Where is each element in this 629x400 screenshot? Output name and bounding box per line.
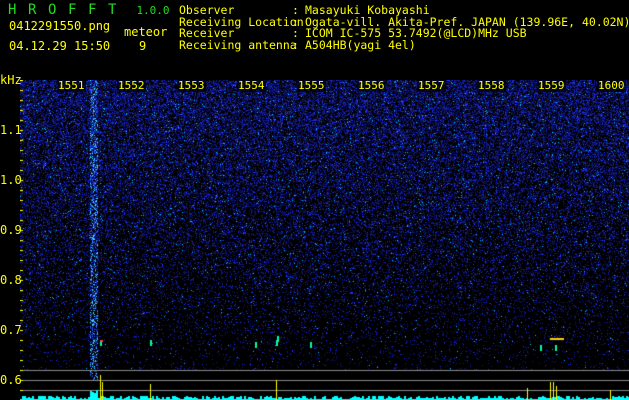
x-tick-label: 1556 — [357, 79, 386, 92]
x-tick-label: 1551 — [57, 79, 86, 92]
app-version: 1.0.0 — [136, 4, 170, 17]
x-tick-label: 1600 — [597, 79, 626, 92]
x-tick-label: 1553 — [177, 79, 206, 92]
x-tick-label: 1559 — [537, 79, 566, 92]
logo-letter: O — [48, 2, 57, 18]
logo-letter: T — [108, 2, 117, 18]
x-tick-label: 1552 — [117, 79, 146, 92]
y-unit: kHz — [0, 73, 22, 87]
logo-letter: F — [68, 2, 77, 18]
y-tick-label: 1.0 — [0, 173, 22, 187]
x-tick-label: 1554 — [237, 79, 266, 92]
logo-letter: H — [8, 2, 17, 18]
meteor-count: 9 — [139, 39, 147, 53]
y-tick-label: 0.9 — [0, 223, 22, 237]
info-table: Observer: Masayuki Kobayashi Receiving Lo… — [179, 3, 629, 52]
spectrogram — [20, 80, 629, 400]
logo-letter: F — [88, 2, 97, 18]
antenna-label: Receiving antenna — [179, 37, 297, 52]
file-datetime: 04.12.29 15:50 — [9, 39, 111, 53]
y-tick-label: 0.6 — [0, 373, 22, 387]
y-tick-label: 1.1 — [0, 123, 22, 137]
y-tick-label: 0.8 — [0, 273, 22, 287]
y-tick-label: 0.7 — [0, 323, 22, 337]
meteor-label: meteor — [124, 25, 168, 39]
file-name: 0412291550.png — [9, 19, 111, 33]
app-logo: HROFFT 1.0.0 — [8, 2, 170, 18]
x-tick-label: 1557 — [417, 79, 446, 92]
antenna-value: A504HB(yagi 4el) — [305, 37, 416, 52]
x-tick-label: 1558 — [477, 79, 506, 92]
logo-letter: R — [28, 2, 37, 18]
x-tick-label: 1555 — [297, 79, 326, 92]
